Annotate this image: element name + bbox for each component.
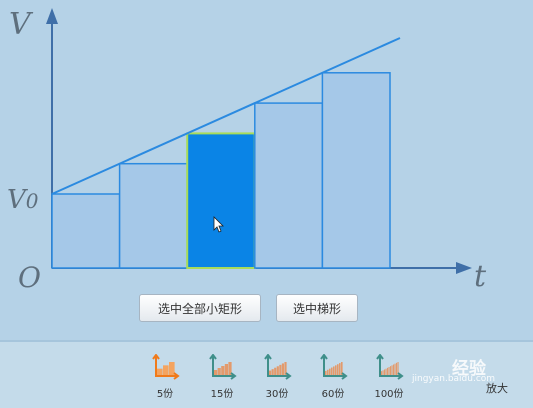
partition-100-button[interactable]: 100份 xyxy=(369,354,409,400)
partition-5-label: 5份 xyxy=(156,389,174,400)
select-all-rectangles-button[interactable]: 选中全部小矩形 xyxy=(139,294,261,322)
rectangle[interactable] xyxy=(118,162,188,269)
graph-15-icon xyxy=(202,354,242,382)
x-axis-label: t xyxy=(474,259,487,294)
partition-5-button[interactable]: 5份 xyxy=(145,354,185,400)
partition-60-label: 60份 xyxy=(321,389,345,400)
rectangle[interactable] xyxy=(321,72,391,269)
y-axis-arrow xyxy=(46,8,58,24)
watermark: 经验 jingyan.baidu.com 放大 xyxy=(412,350,532,402)
graph-60-icon xyxy=(313,354,353,382)
y-axis-label: V xyxy=(9,7,31,42)
v0-label: V0 xyxy=(7,187,39,213)
rectangle[interactable] xyxy=(254,102,324,269)
selected-rectangle[interactable] xyxy=(186,132,256,269)
graph-30-icon xyxy=(257,354,297,382)
graph-stage: V V0 O t 选中全部小矩形 选中梯形 xyxy=(0,0,533,340)
partition-60-button[interactable]: 60份 xyxy=(313,354,353,400)
v0-label-main: V xyxy=(7,185,26,215)
rectangle[interactable] xyxy=(51,193,121,269)
watermark-url: jingyan.baidu.com xyxy=(412,374,496,384)
partition-100-label: 100份 xyxy=(374,389,404,400)
partition-15-button[interactable]: 15份 xyxy=(202,354,242,400)
x-axis-arrow xyxy=(456,262,472,274)
partition-30-button[interactable]: 30份 xyxy=(257,354,297,400)
graph-5-icon xyxy=(145,354,185,382)
v0-label-subscript: 0 xyxy=(25,189,39,213)
zoom-label: 放大 xyxy=(486,382,508,395)
select-trapezoid-button[interactable]: 选中梯形 xyxy=(276,294,358,322)
partition-30-label: 30份 xyxy=(265,389,289,400)
graph-100-icon xyxy=(369,354,409,382)
velocity-time-graph xyxy=(46,8,472,274)
origin-label: O xyxy=(18,261,41,294)
partition-15-label: 15份 xyxy=(210,389,234,400)
